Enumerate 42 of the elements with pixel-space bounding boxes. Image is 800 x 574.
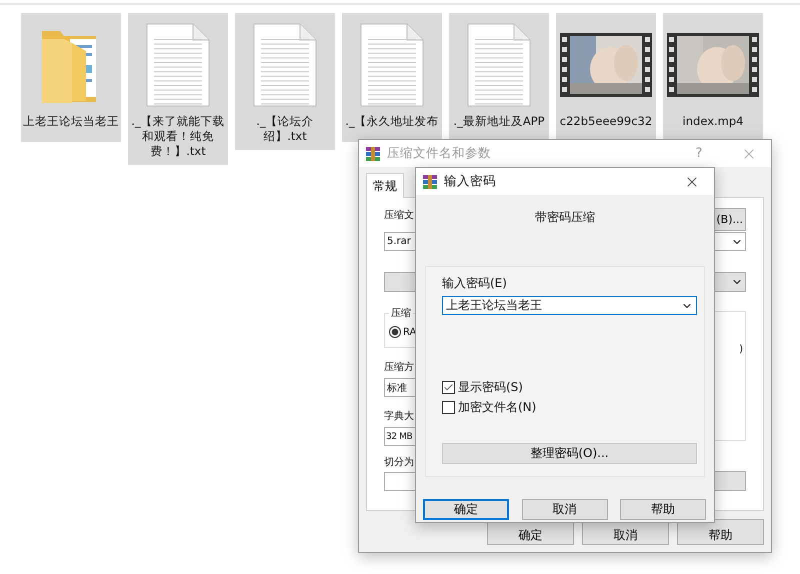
file-name: index.mp4 [682, 114, 744, 129]
dialog-button[interactable]: 确定 [423, 499, 509, 520]
archive-app-icon [365, 146, 381, 162]
file-tile[interactable]: c22b5eee99c32 [556, 13, 656, 142]
dropdown[interactable] [712, 471, 746, 491]
password-combo[interactable]: 上老王论坛当老王 [442, 296, 697, 315]
file-name: ._最新地址及APP [453, 114, 545, 129]
file-tile[interactable]: 上老王论坛当老王 [21, 13, 121, 142]
file-tile[interactable]: index.mp4 [663, 13, 763, 142]
file-name: ._【永久地址发布 [345, 114, 439, 129]
dialog-button[interactable]: 帮助 [620, 499, 706, 520]
group-title: 压缩 [390, 306, 412, 320]
document-icon [467, 23, 531, 107]
checkbox-option[interactable]: 显示密码(S) [442, 377, 697, 397]
file-tile[interactable]: ._【来了就能下载和观看！纯免费！】.txt [128, 13, 228, 165]
file-tile[interactable]: ._【论坛介绍】.txt [235, 13, 335, 150]
organize-passwords-button[interactable]: 整理密码(O)... [442, 443, 697, 464]
option-text: ) [739, 343, 743, 357]
field-label: 输入密码(E) [442, 275, 507, 291]
checkbox-option[interactable]: 加密文件名(N) [442, 397, 697, 417]
document-icon [360, 23, 424, 107]
browse-button[interactable]: (B)... [712, 208, 746, 231]
check-icon [443, 382, 454, 392]
file-name: c22b5eee99c32 [560, 114, 652, 129]
dialog-button[interactable]: 帮助 [677, 519, 764, 545]
window-title: 输入密码 [444, 173, 497, 190]
field-label: 压缩文 [384, 208, 414, 223]
dialog-heading: 带密码压缩 [535, 209, 595, 226]
field-label: 字典大 [384, 410, 414, 424]
archive-app-icon [422, 174, 438, 190]
dialog-button[interactable]: 取消 [522, 499, 608, 520]
file-tile[interactable]: ._【永久地址发布 [342, 13, 442, 142]
window-title: 压缩文件名和参数 [387, 145, 492, 162]
document-icon [146, 23, 210, 107]
field-label: 切分为 [384, 456, 414, 470]
file-name: 上老王论坛当老王 [23, 114, 119, 129]
document-icon [253, 23, 317, 107]
file-name: ._【论坛介绍】.txt [255, 114, 315, 144]
field-label: 压缩方 [384, 360, 414, 375]
file-tile[interactable]: ._最新地址及APP [449, 13, 549, 142]
tab[interactable]: 常规 [366, 173, 404, 198]
file-name: ._【来了就能下载和观看！纯免费！】.txt [130, 114, 226, 159]
